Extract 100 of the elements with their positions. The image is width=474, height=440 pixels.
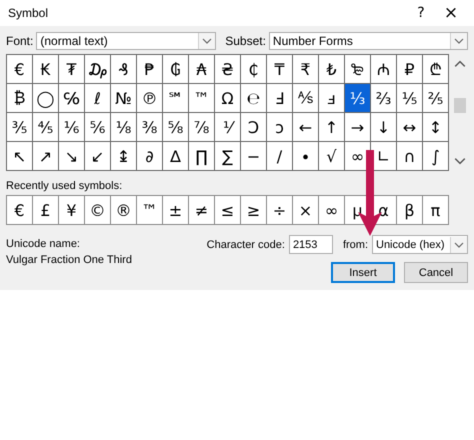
symbol-cell[interactable]: ⅛ bbox=[111, 113, 136, 141]
subset-dropdown[interactable]: Number Forms bbox=[268, 32, 468, 50]
symbol-cell[interactable]: ↗ bbox=[33, 142, 58, 170]
symbol-cell[interactable]: № bbox=[111, 84, 136, 112]
from-label: from: bbox=[342, 238, 368, 250]
symbol-cell[interactable]: ↘ bbox=[59, 142, 84, 170]
symbol-cell[interactable]: ↖ bbox=[7, 142, 32, 170]
recent-symbol-cell[interactable]: β bbox=[397, 196, 422, 224]
symbol-cell[interactable]: √ bbox=[319, 142, 344, 170]
symbol-cell[interactable]: ₯ bbox=[85, 55, 110, 83]
symbol-cell[interactable]: ₻ bbox=[345, 55, 370, 83]
symbol-cell[interactable]: ↑ bbox=[319, 113, 344, 141]
recent-symbol-cell[interactable]: ≥ bbox=[241, 196, 266, 224]
symbol-cell[interactable]: Ω bbox=[215, 84, 240, 112]
symbol-cell[interactable]: ⅙ bbox=[59, 113, 84, 141]
recent-symbol-cell[interactable]: © bbox=[85, 196, 110, 224]
recent-symbol-cell[interactable]: ¥ bbox=[59, 196, 84, 224]
symbol-cell[interactable]: ∏ bbox=[189, 142, 214, 170]
symbol-cell[interactable]: ∩ bbox=[397, 142, 422, 170]
font-label: Font: bbox=[6, 34, 34, 48]
character-code-field[interactable]: 2153 bbox=[288, 235, 333, 254]
symbol-cell[interactable]: ∙ bbox=[293, 142, 318, 170]
symbol-cell[interactable]: ⅍ bbox=[293, 84, 318, 112]
symbol-cell[interactable]: ₺ bbox=[319, 55, 344, 83]
recent-symbol-cell[interactable]: π bbox=[423, 196, 448, 224]
dialog-button[interactable]: Cancel bbox=[404, 262, 468, 283]
symbol-cell[interactable]: ₭ bbox=[33, 55, 58, 83]
symbol-cell[interactable]: ⅝ bbox=[163, 113, 188, 141]
symbol-cell[interactable]: ₹ bbox=[293, 55, 318, 83]
symbol-cell[interactable]: ⅟ bbox=[215, 113, 240, 141]
help-button[interactable]: ? bbox=[406, 5, 436, 21]
symbol-cell[interactable]: ⅕ bbox=[397, 84, 422, 112]
symbol-cell[interactable]: ℗ bbox=[137, 84, 162, 112]
symbol-cell[interactable]: ↔ bbox=[397, 113, 422, 141]
symbol-cell[interactable]: ₮ bbox=[59, 55, 84, 83]
symbol-cell[interactable]: − bbox=[241, 142, 266, 170]
symbol-cell[interactable]: ◯ bbox=[33, 84, 58, 112]
symbol-cell[interactable]: ∫ bbox=[423, 142, 448, 170]
symbol-cell[interactable]: ∂ bbox=[137, 142, 162, 170]
scroll-up-icon[interactable] bbox=[454, 58, 466, 70]
recent-symbol-cell[interactable]: ™ bbox=[137, 196, 162, 224]
symbol-cell[interactable]: ↙ bbox=[85, 142, 110, 170]
symbol-cell[interactable]: ₴ bbox=[215, 55, 240, 83]
scroll-down-icon[interactable] bbox=[454, 155, 466, 167]
symbol-cell[interactable]: ₾ bbox=[423, 55, 448, 83]
recent-symbol-cell[interactable]: ÷ bbox=[267, 196, 292, 224]
symbol-cell[interactable]: ⅓ bbox=[345, 84, 370, 112]
recent-symbol-cell[interactable]: ® bbox=[111, 196, 136, 224]
symbol-cell[interactable]: ℮ bbox=[241, 84, 266, 112]
scrollbar-thumb[interactable] bbox=[454, 98, 466, 113]
symbol-cell[interactable]: € bbox=[7, 55, 32, 83]
recent-symbols-label: Recently used symbols: bbox=[6, 180, 122, 192]
recent-symbol-cell[interactable]: ± bbox=[163, 196, 188, 224]
unicode-name-label: Unicode name: bbox=[6, 238, 81, 250]
symbol-cell[interactable]: ↕ bbox=[423, 113, 448, 141]
recent-symbol-cell[interactable]: ∞ bbox=[319, 196, 344, 224]
symbol-cell[interactable]: ↄ bbox=[267, 113, 292, 141]
recent-symbol-cell[interactable]: ≠ bbox=[189, 196, 214, 224]
symbol-cell[interactable]: ₽ bbox=[397, 55, 422, 83]
unicode-name-value: Vulgar Fraction One Third bbox=[6, 254, 133, 266]
recent-symbol-cell[interactable]: ≤ bbox=[215, 196, 240, 224]
symbol-cell[interactable]: ⅚ bbox=[85, 113, 110, 141]
recent-symbol-cell[interactable]: £ bbox=[33, 196, 58, 224]
symbol-cell[interactable]: ⅞ bbox=[189, 113, 214, 141]
symbol-cell[interactable]: Ⅎ bbox=[267, 84, 292, 112]
symbol-cell[interactable]: ₲ bbox=[163, 55, 188, 83]
character-code-label: Character code: bbox=[206, 238, 285, 250]
symbol-cell[interactable]: ₳ bbox=[189, 55, 214, 83]
dialog-button[interactable]: Insert bbox=[331, 262, 395, 283]
symbol-cell[interactable]: ₵ bbox=[241, 55, 266, 83]
symbol-cell[interactable]: ℠ bbox=[163, 84, 188, 112]
window-title: Symbol bbox=[8, 6, 50, 20]
symbol-cell[interactable]: ∆ bbox=[163, 142, 188, 170]
symbol-cell[interactable]: ™ bbox=[189, 84, 214, 112]
symbol-cell[interactable]: ∕ bbox=[267, 142, 292, 170]
symbol-cell[interactable]: ℓ bbox=[85, 84, 110, 112]
symbol-cell[interactable]: ₱ bbox=[137, 55, 162, 83]
symbol-cell[interactable]: ₰ bbox=[111, 55, 136, 83]
symbol-cell[interactable]: ℅ bbox=[59, 84, 84, 112]
symbol-cell[interactable]: ∟ bbox=[371, 142, 396, 170]
symbol-cell[interactable]: ₸ bbox=[267, 55, 292, 83]
from-dropdown[interactable]: Unicode (hex) bbox=[372, 235, 468, 254]
symbol-cell[interactable]: ₼ bbox=[371, 55, 396, 83]
symbol-cell[interactable]: ⅎ bbox=[319, 84, 344, 112]
symbol-cell[interactable]: ⅗ bbox=[7, 113, 32, 141]
font-dropdown[interactable]: (normal text) bbox=[36, 32, 216, 50]
symbol-cell[interactable]: Ↄ bbox=[241, 113, 266, 141]
symbol-cell[interactable]: ⅜ bbox=[137, 113, 162, 141]
recent-symbol-cell[interactable]: € bbox=[7, 196, 32, 224]
symbol-cell[interactable]: → bbox=[345, 113, 370, 141]
symbol-cell[interactable]: ⅖ bbox=[423, 84, 448, 112]
symbol-cell[interactable]: ∑ bbox=[215, 142, 240, 170]
symbol-cell[interactable]: ← bbox=[293, 113, 318, 141]
symbol-cell[interactable]: ₿ bbox=[7, 84, 32, 112]
close-button[interactable]: × bbox=[436, 3, 466, 23]
symbol-cell[interactable]: ↨ bbox=[111, 142, 136, 170]
symbol-cell[interactable]: ⅘ bbox=[33, 113, 58, 141]
symbol-cell[interactable]: ↓ bbox=[371, 113, 396, 141]
symbol-cell[interactable]: ⅔ bbox=[371, 84, 396, 112]
recent-symbol-cell[interactable]: × bbox=[293, 196, 318, 224]
